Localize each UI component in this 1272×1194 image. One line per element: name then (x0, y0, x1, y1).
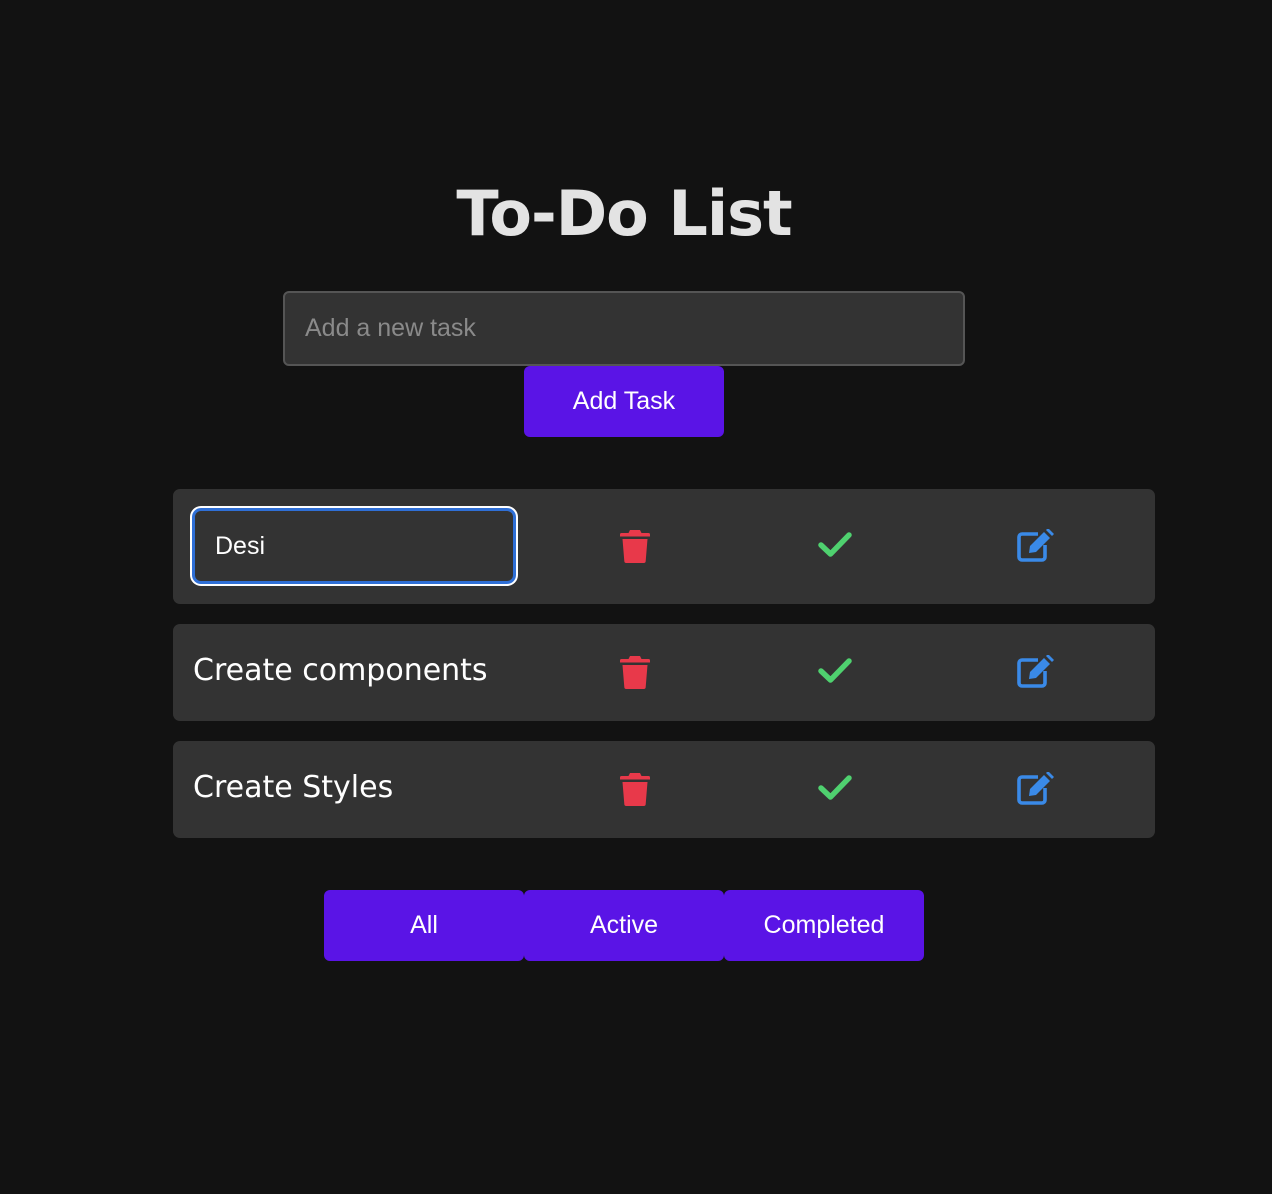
edit-icon (1017, 529, 1054, 562)
check-icon (818, 532, 852, 557)
filter-active-button[interactable]: Active (524, 890, 724, 961)
delete-button[interactable] (613, 524, 657, 568)
trash-icon (620, 530, 650, 563)
task-item (173, 489, 1155, 604)
edit-button[interactable] (1013, 767, 1057, 811)
task-item: Create Styles (173, 741, 1155, 838)
task-edit-input[interactable] (192, 508, 516, 584)
page-title: To-Do List (456, 177, 792, 250)
trash-icon (620, 773, 650, 806)
edit-button[interactable] (1013, 650, 1057, 694)
complete-button[interactable] (813, 649, 857, 693)
complete-button[interactable] (813, 523, 857, 567)
delete-button[interactable] (613, 650, 657, 694)
task-text: Create Styles (193, 770, 394, 805)
edit-icon (1017, 772, 1054, 805)
filter-completed-button[interactable]: Completed (724, 890, 924, 961)
filter-bar: All Active Completed (324, 890, 924, 961)
check-icon (818, 658, 852, 683)
trash-icon (620, 656, 650, 689)
edit-button[interactable] (1013, 524, 1057, 568)
task-item: Create components (173, 624, 1155, 721)
check-icon (818, 775, 852, 800)
delete-button[interactable] (613, 767, 657, 811)
todo-app: To-Do List Add Task Create components (0, 0, 1272, 1194)
edit-icon (1017, 655, 1054, 688)
filter-all-button[interactable]: All (324, 890, 524, 961)
new-task-input[interactable] (283, 291, 965, 366)
add-task-button[interactable]: Add Task (524, 366, 724, 437)
task-text: Create components (193, 653, 488, 688)
complete-button[interactable] (813, 766, 857, 810)
